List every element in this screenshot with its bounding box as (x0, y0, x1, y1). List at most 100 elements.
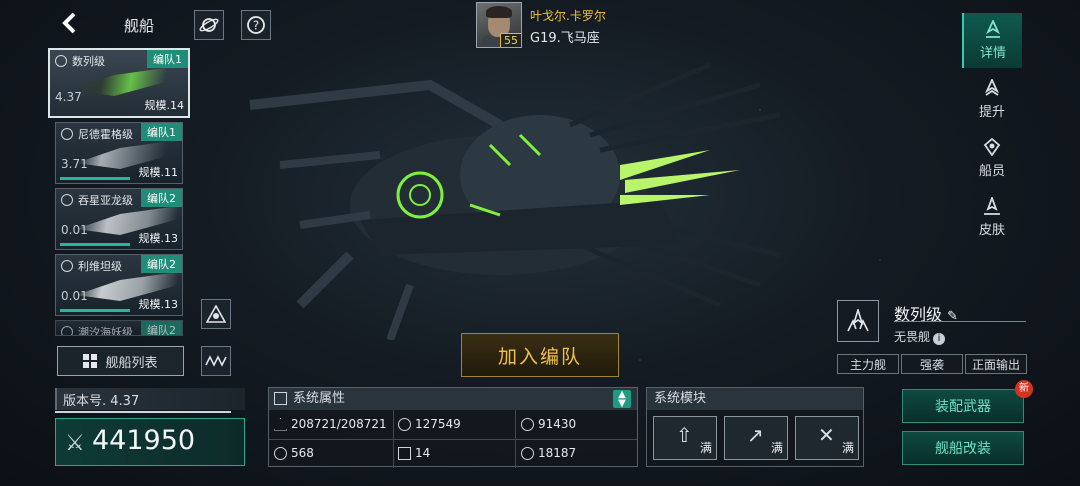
ship-card-value: 0.01 (61, 289, 88, 303)
commander-name: 叶戈尔.卡罗尔 (530, 9, 606, 23)
dreadnought-icon (847, 309, 869, 332)
fleet-badge: 编队1 (141, 123, 182, 141)
armor-icon (398, 417, 411, 431)
energy-icon (521, 446, 534, 460)
planet-button[interactable] (194, 10, 224, 40)
ship-card-2[interactable]: 吞星亚龙级 编队2 0.01 规模.13 (55, 188, 183, 250)
back-button[interactable] (56, 12, 82, 38)
ship-card-name: 吞星亚龙级 (78, 194, 133, 207)
shield-icon (521, 417, 534, 431)
fleet-formation-button[interactable] (201, 299, 231, 329)
equip-weapons-button[interactable]: 装配武器 (902, 389, 1024, 423)
ship-class-icon (55, 55, 67, 67)
tab-label: 皮肤 (978, 223, 1005, 238)
planet-icon (199, 18, 219, 32)
ship-card-value: 0.01 (61, 223, 88, 237)
stat-speed: 568 (274, 446, 314, 460)
crossed-swords-icon: ⚔ (65, 431, 85, 456)
stat-capacity: 14 (398, 446, 430, 460)
svg-text:?: ? (253, 19, 259, 33)
tag-frontal-damage: 正面输出 (965, 354, 1027, 374)
grid-icon (83, 354, 98, 368)
ship-type: 无畏舰 i (894, 328, 946, 345)
fleet-badge: 编队2 (141, 255, 182, 273)
ship-class-icon (61, 260, 73, 272)
ship-list-label: 舰船列表 (105, 355, 158, 371)
upgrade-icon (984, 79, 1000, 96)
ship-card-scale: 规模.13 (138, 298, 179, 311)
tab-skin[interactable]: 皮肤 (962, 190, 1022, 245)
system-modules-title: 系统模块 (647, 388, 863, 410)
module-missile-icon: ↗ (747, 423, 764, 447)
ship-filter-button[interactable] (201, 346, 231, 376)
ship-card-scale: 规模.13 (138, 232, 179, 245)
ship-card-1[interactable]: 尼德霍格级 编队1 3.71 规模.11 (55, 122, 183, 184)
formation-icon (206, 305, 226, 323)
tab-label: 提升 (978, 105, 1005, 120)
hull-icon (274, 417, 287, 431)
ship-card-value: 3.71 (61, 157, 88, 171)
fleet-badge: 编队2 (141, 189, 182, 207)
combat-power-value: 441950 (92, 425, 196, 456)
ship-card-3[interactable]: 利维坦级 编队2 0.01 规模.13 (55, 254, 183, 316)
system-attributes-title: 系统属性 (293, 391, 346, 406)
module-slot-3[interactable]: ✕ 满 (795, 416, 859, 460)
fleet-badge: 编队2 (141, 321, 182, 335)
divider (894, 321, 1026, 322)
checker-icon (398, 446, 411, 460)
ship-list-button[interactable]: 舰船列表 (57, 346, 184, 376)
page-title: 舰船 (124, 17, 155, 35)
commander-level: 55 (500, 33, 521, 47)
ship-type-label: 无畏舰 (894, 330, 931, 344)
ship-card-name: 利维坦级 (78, 260, 122, 273)
commander-avatar[interactable]: 55 (476, 2, 522, 48)
ship-model[interactable] (240, 55, 800, 340)
ship-card-value: 4.37 (55, 90, 82, 104)
ship-card-name: 潮汐海妖级 (78, 326, 133, 336)
combat-power-box: ⚔ 441950 (55, 418, 245, 466)
module-slot-2[interactable]: ↗ 满 (724, 416, 788, 460)
tab-label: 船员 (978, 164, 1005, 179)
ship-card-name: 数列级 (72, 55, 105, 68)
chevron-left-icon (62, 12, 76, 34)
expand-toggle-icon[interactable]: ▲ ▼ (613, 390, 631, 409)
tag-assault: 强袭 (901, 354, 963, 374)
wave-icon (205, 355, 227, 367)
join-fleet-button[interactable]: 加入编队 (461, 333, 619, 377)
tab-upgrade[interactable]: 提升 (962, 72, 1022, 127)
crew-icon (983, 138, 1001, 156)
ship-class-icon-large (837, 300, 879, 342)
module-slot-1[interactable]: ⇧ 满 (653, 416, 717, 460)
ship-thumbnail (70, 66, 180, 96)
ship-details-icon (985, 20, 1001, 38)
version-bar (55, 411, 231, 413)
help-button[interactable]: ? (241, 10, 271, 40)
system-attributes-panel: 系统属性 ▲ ▼ 208721/208721 127549 91430 568 1… (268, 387, 638, 468)
stat-energy: 18187 (521, 446, 576, 460)
speed-icon (274, 446, 287, 460)
new-badge: 新 (1015, 380, 1033, 398)
attributes-icon (274, 392, 287, 405)
info-icon[interactable]: i (933, 333, 946, 345)
tab-crew[interactable]: 船员 (962, 131, 1022, 186)
system-modules-panel: 系统模块 ⇧ 满 ↗ 满 ✕ 满 (646, 387, 864, 467)
tag-main-ship: 主力舰 (837, 354, 899, 374)
ship-card-bar (60, 243, 130, 246)
ship-card-name: 尼德霍格级 (78, 128, 133, 141)
ship-card-bar (60, 177, 130, 180)
ship-card-4[interactable]: 潮汐海妖级 编队2 (55, 320, 183, 336)
ship-class-icon (61, 128, 73, 140)
ship-card-bar (60, 309, 130, 312)
stat-shield: 91430 (521, 417, 576, 431)
version-label: 版本号. 4.37 (55, 388, 245, 410)
skin-icon (984, 197, 1000, 215)
ship-card-scale: 规模.14 (144, 99, 185, 112)
tab-details[interactable]: 详情 (962, 13, 1022, 68)
ship-card-0[interactable]: 数列级 编队1 4.37 规模.14 (48, 48, 190, 118)
stat-armor: 127549 (398, 417, 461, 431)
ship-card-scale: 规模.11 (138, 166, 179, 179)
ship-modify-button[interactable]: 舰船改装 (902, 431, 1024, 465)
commander-location: G19.飞马座 (530, 31, 600, 46)
module-drone-icon: ✕ (818, 423, 835, 447)
question-mark-icon: ? (247, 16, 265, 34)
